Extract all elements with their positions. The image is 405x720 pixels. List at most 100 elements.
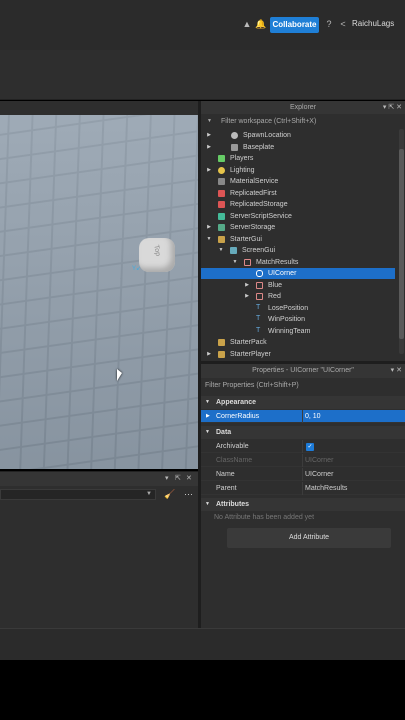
explorer-filter[interactable]: ▼ Filter workspace (Ctrl+Shift+X) xyxy=(201,115,405,128)
chevron-down-icon[interactable]: ▼ xyxy=(206,234,212,245)
section-appearance[interactable]: ▼ Appearance xyxy=(201,396,405,409)
undock-icon[interactable]: ⇱ xyxy=(175,474,181,482)
list-item-selected[interactable]: UICorner xyxy=(201,268,395,279)
list-item[interactable]: ▶ StarterPlayer xyxy=(201,349,395,360)
list-item[interactable]: Players xyxy=(201,153,395,164)
divider xyxy=(302,468,303,481)
material-icon xyxy=(218,178,225,185)
prop-corner-radius[interactable]: ▶ CornerRadius 0, 10 xyxy=(201,410,405,423)
archivable-checkbox[interactable]: ✓ xyxy=(306,443,314,451)
prop-value[interactable]: 0, 10 xyxy=(305,410,321,423)
part-icon xyxy=(231,143,238,151)
chevron-down-icon[interactable]: ▼ xyxy=(218,245,224,256)
divider xyxy=(302,482,303,495)
properties-title-text: Properties - UICorner "UICorner" xyxy=(252,367,354,374)
list-item[interactable]: T WinPosition xyxy=(201,314,395,325)
chevron-right-icon[interactable]: ▶ xyxy=(244,280,250,291)
explorer-title: Explorer ▾ ⇱ ✕ xyxy=(201,101,405,114)
list-item-label: ServerScriptService xyxy=(230,212,292,220)
list-item[interactable]: ▶ Lighting xyxy=(201,165,395,176)
prop-value[interactable]: UICorner xyxy=(305,468,333,481)
prop-name: Name xyxy=(216,471,235,478)
collaborate-button[interactable]: Collaborate xyxy=(270,17,319,33)
notification-bell-icon[interactable]: 🔔 xyxy=(255,18,267,30)
clear-output-icon[interactable]: 🧹 xyxy=(164,489,175,500)
chevron-down-icon: ▼ xyxy=(205,429,210,435)
list-item[interactable]: ▼ MatchResults xyxy=(201,257,395,268)
text-icon: T xyxy=(256,326,261,334)
close-icon[interactable]: ✕ xyxy=(186,474,192,482)
chevron-right-icon[interactable]: ▶ xyxy=(206,410,210,423)
list-item-label: LosePosition xyxy=(268,304,309,312)
baseplate-tiles[interactable] xyxy=(0,115,198,469)
prop-parent[interactable]: Parent MatchResults xyxy=(201,482,405,495)
list-item[interactable]: T LosePosition xyxy=(201,303,395,314)
list-item[interactable]: ▶ ServerStorage xyxy=(201,222,395,233)
chevron-down-icon: ▼ xyxy=(205,399,210,405)
list-item-label: ScreenGui xyxy=(242,247,276,254)
properties-filter[interactable]: Filter Properties (Ctrl+Shift+P) xyxy=(201,379,405,392)
list-item[interactable]: T WinningTeam xyxy=(201,326,395,337)
help-icon[interactable]: ? xyxy=(323,18,335,30)
chevron-right-icon[interactable]: ▶ xyxy=(244,291,250,302)
list-item[interactable]: MaterialService xyxy=(201,176,395,187)
section-attributes[interactable]: ▼ Attributes xyxy=(201,498,405,511)
list-item[interactable]: ReplicatedFirst xyxy=(201,188,395,199)
list-item[interactable]: ▶ SpawnLocation xyxy=(201,130,395,141)
list-item-label: MaterialService xyxy=(230,178,279,185)
chevron-right-icon[interactable]: ▶ xyxy=(206,349,212,360)
section-data[interactable]: ▼ Data xyxy=(201,426,405,439)
list-item[interactable]: ReplicatedStorage xyxy=(201,199,395,210)
letterbox-bottom xyxy=(0,660,405,720)
viewport-tabs-strip xyxy=(0,101,198,115)
gui-icon xyxy=(218,235,225,243)
list-item[interactable]: ▼ StarterGui xyxy=(201,234,395,245)
chevron-down-icon[interactable]: ▾ xyxy=(165,474,169,482)
prop-name: CornerRadius xyxy=(216,413,260,420)
mouse-cursor-icon xyxy=(117,369,122,381)
prop-value[interactable]: MatchResults xyxy=(305,482,347,495)
chevron-right-icon[interactable]: ▶ xyxy=(206,142,212,153)
frame-icon xyxy=(256,293,263,300)
properties-title: Properties - UICorner "UICorner" ▾ ✕ xyxy=(201,364,405,378)
viewport-3d[interactable]: Top Y↙ xyxy=(0,101,198,469)
explorer-panel: Explorer ▾ ⇱ ✕ ▼ Filter workspace (Ctrl+… xyxy=(201,101,405,361)
frame-icon xyxy=(244,258,251,266)
share-icon[interactable]: < xyxy=(337,18,349,30)
list-item[interactable]: ▶ Blue xyxy=(201,280,395,291)
prop-name: Parent xyxy=(216,485,237,492)
chevron-right-icon[interactable]: ▶ xyxy=(206,222,212,233)
status-bar xyxy=(0,628,405,660)
prop-archivable[interactable]: Archivable ✓ xyxy=(201,440,405,453)
viewcube[interactable]: Top xyxy=(139,238,175,272)
chevron-right-icon[interactable]: ▶ xyxy=(206,130,212,141)
list-item[interactable]: ServerScriptService xyxy=(201,211,395,222)
add-attribute-button[interactable]: Add Attribute xyxy=(227,528,391,548)
chevron-down-icon: ▼ xyxy=(146,491,152,497)
list-item[interactable]: ▶ Baseplate xyxy=(201,142,395,153)
prop-name-field[interactable]: Name UICorner xyxy=(201,468,405,481)
ribbon-toolbar xyxy=(0,50,405,100)
list-item[interactable]: ▼ ScreenGui xyxy=(201,245,395,256)
players-icon xyxy=(218,155,225,162)
list-item[interactable]: ▶ Red xyxy=(201,291,395,302)
properties-filter-placeholder: Filter Properties (Ctrl+Shift+P) xyxy=(205,382,299,389)
panel-controls[interactable]: ▾ ✕ xyxy=(391,364,402,378)
section-label: Appearance xyxy=(216,399,257,406)
chevron-up-icon[interactable]: ▲ xyxy=(241,18,253,30)
chevron-right-icon[interactable]: ▶ xyxy=(206,165,212,176)
username[interactable]: RaichuLags xyxy=(352,18,394,30)
script-service-icon xyxy=(218,212,225,220)
prop-name: Archivable xyxy=(216,443,249,450)
panel-controls[interactable]: ▾ ⇱ ✕ xyxy=(383,101,402,114)
chevron-down-icon[interactable]: ▼ xyxy=(232,257,238,268)
explorer-scrollbar[interactable] xyxy=(399,129,404,354)
list-item[interactable]: StarterPack xyxy=(201,337,395,348)
list-item-label: StarterGui xyxy=(230,235,262,243)
more-options-icon[interactable]: ⋯ xyxy=(184,489,193,500)
list-item-label: SpawnLocation xyxy=(243,132,291,139)
no-attribute-text: No Attribute has been added yet xyxy=(214,514,315,521)
output-filter-dropdown[interactable]: ▼ xyxy=(0,489,156,500)
list-item-label: StarterPack xyxy=(230,339,267,346)
scrollbar-thumb[interactable] xyxy=(399,149,404,339)
